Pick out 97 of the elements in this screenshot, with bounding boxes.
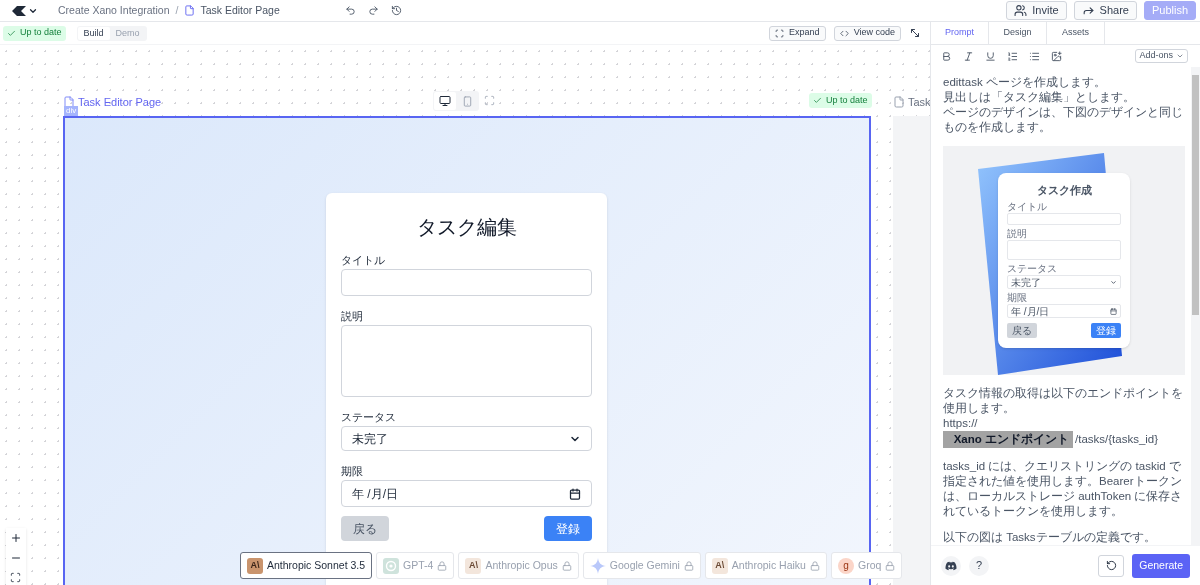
mode-tab[interactable]: Build [77,26,110,40]
calendar-icon [569,487,581,500]
desktop-view-button[interactable] [434,92,456,110]
italic-icon[interactable] [963,50,974,62]
field-label: ステータス [1007,263,1058,275]
scrollbar[interactable] [1191,67,1200,545]
groq-logo: g [837,557,854,574]
page-name: Task Editor Page [200,2,280,18]
help-button[interactable]: ? [969,555,989,576]
numbered-list-icon[interactable] [1007,50,1018,62]
status-badge: Up to date [3,25,66,41]
prompt-text: 見出しは「タスク編集」とします。 [943,90,1136,105]
code-icon [839,28,849,38]
logo-icon [12,5,26,16]
addons-select[interactable]: Add-ons [1135,49,1188,63]
frame-title[interactable]: Task Editor Page [78,94,162,111]
element-tag: div [64,106,79,116]
anthropic-logo: A\ [711,557,728,574]
prompt-text: tasks_id には、クエリストリングの taskid で指定された値を使用します。Bearerトークンは、ローカルストレージ authToken に保存されているトークンを使用します。 [943,459,1184,519]
anthropic-logo: A\ [247,557,263,574]
prompt-text: 以下の図は Tasksテーブルの定義です。 [943,530,1157,545]
expand-button[interactable]: Expand [769,25,826,41]
prompt-text: https:// [943,416,979,431]
text-input[interactable] [341,269,592,296]
chevron-icon [1110,278,1117,286]
bold-icon[interactable] [941,50,952,62]
phone-icon [461,95,473,107]
back-button[interactable]: 戻る [1007,323,1037,338]
chevron-icon [1176,52,1184,60]
code-button[interactable]: View code [833,25,901,41]
model-option[interactable]: A\ Anthropic Haiku [704,552,827,579]
invite-button[interactable]: Invite [1006,1,1067,20]
status-select[interactable]: 未完了 [341,426,592,451]
back-button[interactable]: 戻る [341,516,389,541]
expand-icon [775,28,785,38]
model-option[interactable]: A\ Anthropic Sonnet 3.5 [240,552,373,579]
submit-button[interactable]: 登録 [544,516,592,541]
check-icon [813,96,822,105]
date-input[interactable]: 年 /月/日 [1007,304,1121,318]
lock-icon [561,560,572,571]
discord-button[interactable] [941,555,961,576]
bullet-list-icon[interactable] [1029,50,1040,62]
submit-button[interactable]: 登録 [1091,323,1121,338]
generate-button[interactable]: Generate [1132,553,1190,578]
date-input[interactable]: 年 /月/日 [341,480,592,507]
lock-icon [809,560,820,571]
frame-title[interactable]: Task [908,94,930,111]
anthropic-logo: A\ [465,557,482,574]
textarea-input[interactable] [1007,240,1121,260]
fit-view-icon[interactable] [10,572,21,583]
underline-icon[interactable] [985,50,996,62]
check-icon [7,28,16,38]
model-option[interactable]: A\ Anthropic Opus [458,552,579,579]
fullscreen-icon[interactable] [909,27,921,39]
prompt-text: ページのデザインは、下図のデザインと同じものを作成します。 [943,105,1184,135]
redacted-endpoint: Xano エンドポイント [943,431,1073,448]
breadcrumb-separator: / [175,2,179,18]
history-icon[interactable] [390,5,402,16]
reset-button[interactable] [1098,554,1125,577]
share-icon [1081,4,1095,17]
form-heading: タスク編集 [415,215,518,240]
prompt-text: タスク情報の取得は以下のエンドポイントを使用します。 [943,386,1184,416]
file-icon [893,96,905,109]
textarea-input[interactable] [341,325,592,397]
add-image-icon[interactable] [1051,50,1062,62]
text-input[interactable] [1007,213,1121,225]
monitor-icon [439,95,451,107]
field-label: 説明 [341,309,364,323]
undo-icon[interactable] [344,5,356,16]
status-select[interactable]: 未完了 [1007,275,1121,289]
calendar-icon [1110,307,1117,315]
model-option[interactable]: g Groq [830,552,903,579]
form-heading: タスク作成 [1035,183,1093,198]
undo-icon [1105,560,1117,571]
lock-icon [437,560,448,571]
zoom-in-icon[interactable] [10,532,22,544]
sparkle-icon [589,557,606,574]
file-icon [184,5,196,16]
status-badge: Up to date [809,93,872,108]
field-label: ステータス [341,410,397,424]
field-label: タイトル [1007,201,1048,213]
file-icon [63,96,75,109]
discord-icon [945,559,957,572]
share-button[interactable]: Share [1073,1,1137,20]
openai-logo [383,557,400,574]
field-label: 期限 [341,464,364,478]
logo-menu[interactable] [12,5,38,16]
field-label: 説明 [1007,228,1028,240]
redo-icon[interactable] [367,5,379,16]
prompt-text: edittask ページを作成します。 [943,75,1107,90]
project-link[interactable]: Create Xano Integration [58,2,170,19]
endpoint-path: /tasks/{tasks_id} [1075,432,1159,447]
field-label: タイトル [341,253,386,267]
lock-icon [885,560,896,571]
lock-icon [683,560,694,571]
people-icon [1014,4,1028,17]
field-label: 期限 [1007,292,1028,304]
